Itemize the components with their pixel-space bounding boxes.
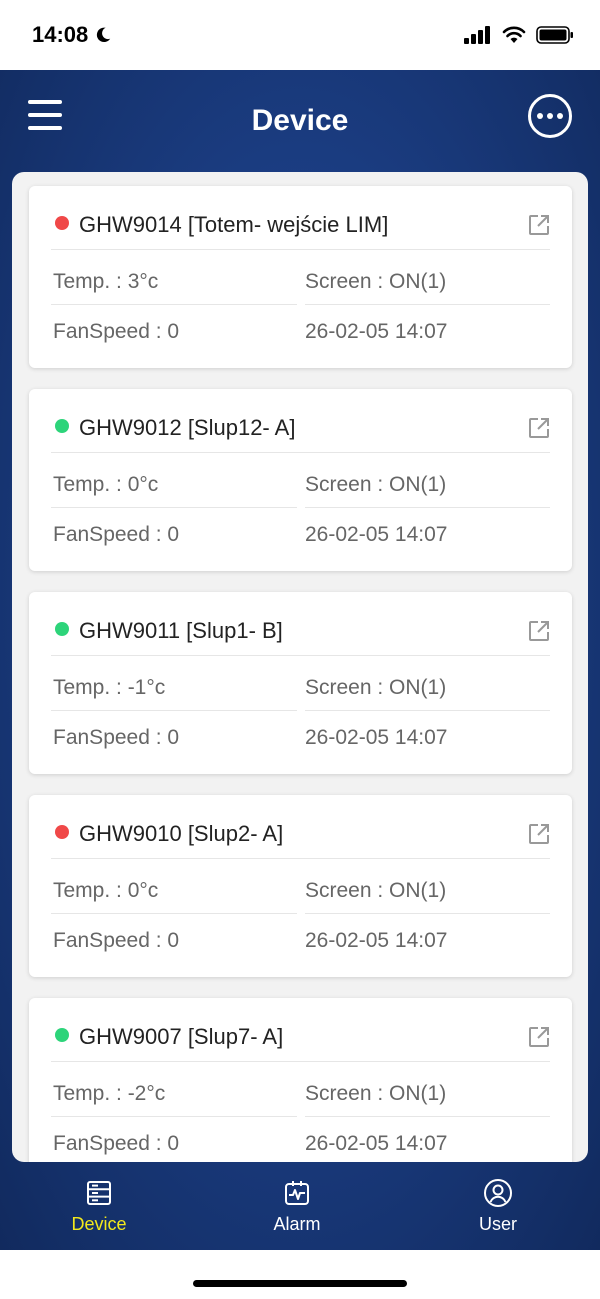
screen-status: Screen : ON(1) — [305, 270, 447, 293]
tab-device[interactable]: Device — [39, 1178, 159, 1235]
divider — [305, 304, 550, 305]
battery-icon — [536, 26, 573, 44]
status-dot-icon — [55, 1028, 69, 1042]
device-card-header: GHW9011 [Slup1- B] — [51, 592, 550, 656]
tab-user[interactable]: User — [438, 1178, 558, 1235]
updated-timestamp: 26-02-05 14:07 — [305, 726, 448, 749]
screen-status: Screen : ON(1) — [305, 879, 447, 902]
open-external-icon[interactable] — [528, 823, 550, 845]
divider — [51, 913, 297, 914]
home-indicator[interactable] — [193, 1280, 407, 1287]
wifi-icon — [502, 26, 526, 43]
device-name: GHW9012 [Slup12- A] — [79, 415, 296, 440]
tab-label: Device — [71, 1214, 127, 1234]
updated-timestamp: 26-02-05 14:07 — [305, 320, 448, 343]
device-card[interactable]: GHW9012 [Slup12- A] Temp. : 0°c Screen :… — [29, 389, 572, 571]
divider — [305, 913, 550, 914]
status-dot-icon — [55, 419, 69, 433]
device-name: GHW9014 [Totem- wejście LIM] — [79, 212, 389, 237]
divider — [305, 507, 550, 508]
updated-timestamp: 26-02-05 14:07 — [305, 929, 448, 952]
device-card[interactable]: GHW9007 [Slup7- A] Temp. : -2°c Screen :… — [29, 998, 572, 1162]
page-title: Device — [251, 104, 349, 137]
home-indicator-area — [0, 1250, 600, 1299]
divider — [51, 710, 297, 711]
tab-alarm[interactable]: Alarm — [237, 1178, 357, 1235]
tab-label: Alarm — [273, 1214, 321, 1234]
temperature-value: Temp. : 0°c — [53, 473, 159, 496]
updated-timestamp: 26-02-05 14:07 — [305, 523, 448, 546]
device-name: GHW9011 [Slup1- B] — [79, 618, 283, 643]
app-header: Device — [0, 70, 600, 174]
device-card-header: GHW9014 [Totem- wejście LIM] — [51, 186, 550, 250]
clock-text: 14:08 — [32, 22, 89, 47]
bottom-tab-bar: Device Alarm User — [0, 1162, 600, 1250]
open-external-icon[interactable] — [528, 1026, 550, 1048]
device-name: GHW9010 [Slup2- A] — [79, 821, 284, 846]
device-card[interactable]: GHW9010 [Slup2- A] Temp. : 0°c Screen : … — [29, 795, 572, 977]
open-external-icon[interactable] — [528, 214, 550, 236]
device-card[interactable]: GHW9014 [Totem- wejście LIM] Temp. : 3°c… — [29, 186, 572, 368]
open-external-icon[interactable] — [528, 417, 550, 439]
open-external-icon[interactable] — [528, 620, 550, 642]
device-list[interactable]: GHW9014 [Totem- wejście LIM] Temp. : 3°c… — [12, 172, 588, 1162]
device-card-header: GHW9010 [Slup2- A] — [51, 795, 550, 859]
moon-icon — [97, 27, 111, 43]
status-dot-icon — [55, 622, 69, 636]
user-icon — [484, 1179, 512, 1207]
screen-status: Screen : ON(1) — [305, 676, 447, 699]
fan-speed-value: FanSpeed : 0 — [53, 523, 180, 546]
status-time: 14:08 — [32, 22, 112, 48]
updated-timestamp: 26-02-05 14:07 — [305, 1132, 448, 1155]
temperature-value: Temp. : 3°c — [53, 270, 159, 293]
device-name: GHW9007 [Slup7- A] — [79, 1024, 284, 1049]
status-dot-icon — [55, 825, 69, 839]
divider — [305, 710, 550, 711]
divider — [51, 1116, 297, 1117]
screen-status: Screen : ON(1) — [305, 1082, 447, 1105]
status-bar: 14:08 — [0, 0, 600, 70]
status-dot-icon — [55, 216, 69, 230]
status-icons — [464, 26, 574, 44]
fan-speed-value: FanSpeed : 0 — [53, 1132, 180, 1155]
temperature-value: Temp. : -2°c — [53, 1082, 166, 1105]
fan-speed-value: FanSpeed : 0 — [53, 929, 180, 952]
temperature-value: Temp. : -1°c — [53, 676, 166, 699]
divider — [305, 1116, 550, 1117]
device-card-header: GHW9012 [Slup12- A] — [51, 389, 550, 453]
temperature-value: Temp. : 0°c — [53, 879, 159, 902]
server-icon — [87, 1181, 111, 1205]
device-card-header: GHW9007 [Slup7- A] — [51, 998, 550, 1062]
fan-speed-value: FanSpeed : 0 — [53, 320, 180, 343]
device-card[interactable]: GHW9011 [Slup1- B] Temp. : -1°c Screen :… — [29, 592, 572, 774]
divider — [51, 507, 297, 508]
screen-status: Screen : ON(1) — [305, 473, 447, 496]
tab-label: User — [478, 1214, 517, 1234]
fan-speed-value: FanSpeed : 0 — [53, 726, 180, 749]
divider — [51, 304, 297, 305]
more-options-icon[interactable] — [528, 94, 572, 138]
alarm-monitor-icon — [285, 1181, 309, 1205]
signal-icon — [464, 26, 490, 44]
